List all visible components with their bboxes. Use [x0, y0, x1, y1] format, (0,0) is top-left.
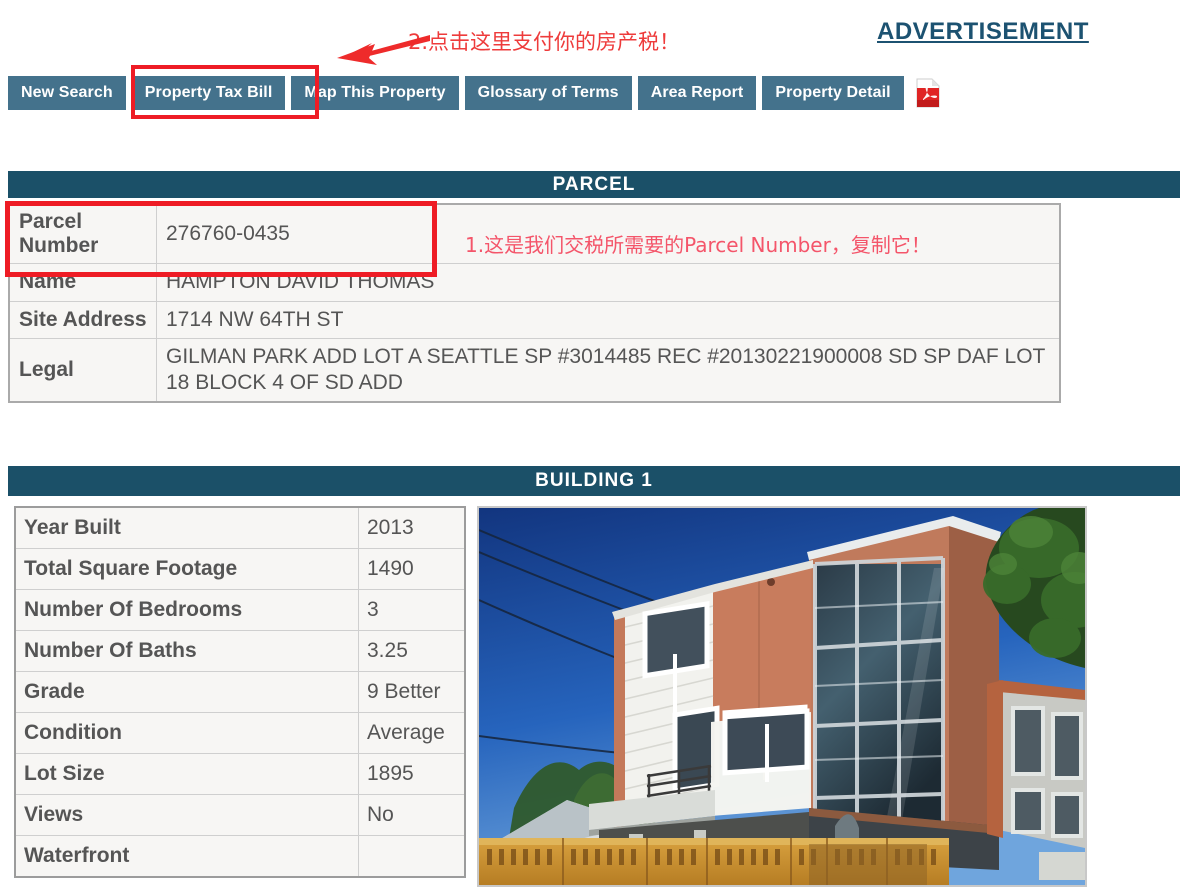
- table-row: Name HAMPTON DAVID THOMAS: [8, 263, 1061, 302]
- building-row-value: [358, 835, 466, 878]
- nav-button-glossary-of-terms[interactable]: Glossary of Terms: [464, 76, 632, 110]
- table-row: Year Built 2013: [14, 506, 466, 549]
- parcel-section-header: PARCEL: [8, 171, 1180, 198]
- building-row-value: 1895: [358, 753, 466, 795]
- top-annotation-area: ADVERTISEMENT 2.点击这里支付你的房产税！: [0, 0, 1180, 72]
- building-row-key: Grade: [14, 671, 359, 713]
- building-row-key: Views: [14, 794, 359, 836]
- pdf-icon[interactable]: [914, 78, 942, 108]
- table-row: Views No: [14, 794, 466, 836]
- table-row: Condition Average: [14, 712, 466, 754]
- table-row: Legal GILMAN PARK ADD LOT A SEATTLE SP #…: [8, 337, 1061, 403]
- parcel-legal-value: GILMAN PARK ADD LOT A SEATTLE SP #301448…: [156, 337, 1061, 403]
- annotation-step-1: 1.这是我们交税所需要的Parcel Number，复制它！: [465, 233, 931, 257]
- main-navigation: New Search Property Tax Bill Map This Pr…: [8, 76, 942, 110]
- building-row-key: Year Built: [14, 506, 359, 549]
- nav-button-property-detail[interactable]: Property Detail: [762, 76, 904, 110]
- building-section-header: BUILDING 1: [8, 466, 1180, 496]
- parcel-row-key: Name: [8, 263, 157, 302]
- building-row-value: Average: [358, 712, 466, 754]
- parcel-site-address-value: 1714 NW 64TH ST: [156, 300, 1061, 339]
- building-row-key: Waterfront: [14, 835, 359, 878]
- parcel-row-key: Parcel Number: [8, 203, 157, 265]
- nav-button-map-this-property[interactable]: Map This Property: [291, 76, 459, 110]
- nav-button-new-search[interactable]: New Search: [8, 76, 126, 110]
- table-row: Number Of Baths 3.25: [14, 630, 466, 672]
- building-row-key: Number Of Baths: [14, 630, 359, 672]
- advertisement-label: ADVERTISEMENT: [877, 18, 1089, 45]
- building-row-key: Lot Size: [14, 753, 359, 795]
- building-row-key: Total Square Footage: [14, 548, 359, 590]
- left-arrow-icon: [337, 35, 430, 65]
- building-table: Year Built 2013 Total Square Footage 149…: [14, 506, 466, 878]
- building-row-value: 1490: [358, 548, 466, 590]
- building-row-value: 2013: [358, 506, 466, 549]
- building-photo: [477, 506, 1087, 887]
- parcel-row-key: Site Address: [8, 300, 157, 339]
- table-row: Site Address 1714 NW 64TH ST: [8, 300, 1061, 339]
- building-row-value: 3.25: [358, 630, 466, 672]
- parcel-name-value: HAMPTON DAVID THOMAS: [156, 263, 1061, 302]
- building-row-value: No: [358, 794, 466, 836]
- table-row: Number Of Bedrooms 3: [14, 589, 466, 631]
- parcel-row-key: Legal: [8, 337, 157, 403]
- annotation-step-2: 2.点击这里支付你的房产税！: [408, 30, 681, 54]
- table-row: Grade 9 Better: [14, 671, 466, 713]
- table-row: Total Square Footage 1490: [14, 548, 466, 590]
- nav-button-property-tax-bill[interactable]: Property Tax Bill: [131, 76, 286, 110]
- table-row: Waterfront: [14, 835, 466, 878]
- building-row-key: Number Of Bedrooms: [14, 589, 359, 631]
- building-row-value: 9 Better: [358, 671, 466, 713]
- table-row: Lot Size 1895: [14, 753, 466, 795]
- nav-button-area-report[interactable]: Area Report: [637, 76, 757, 110]
- building-row-value: 3: [358, 589, 466, 631]
- building-row-key: Condition: [14, 712, 359, 754]
